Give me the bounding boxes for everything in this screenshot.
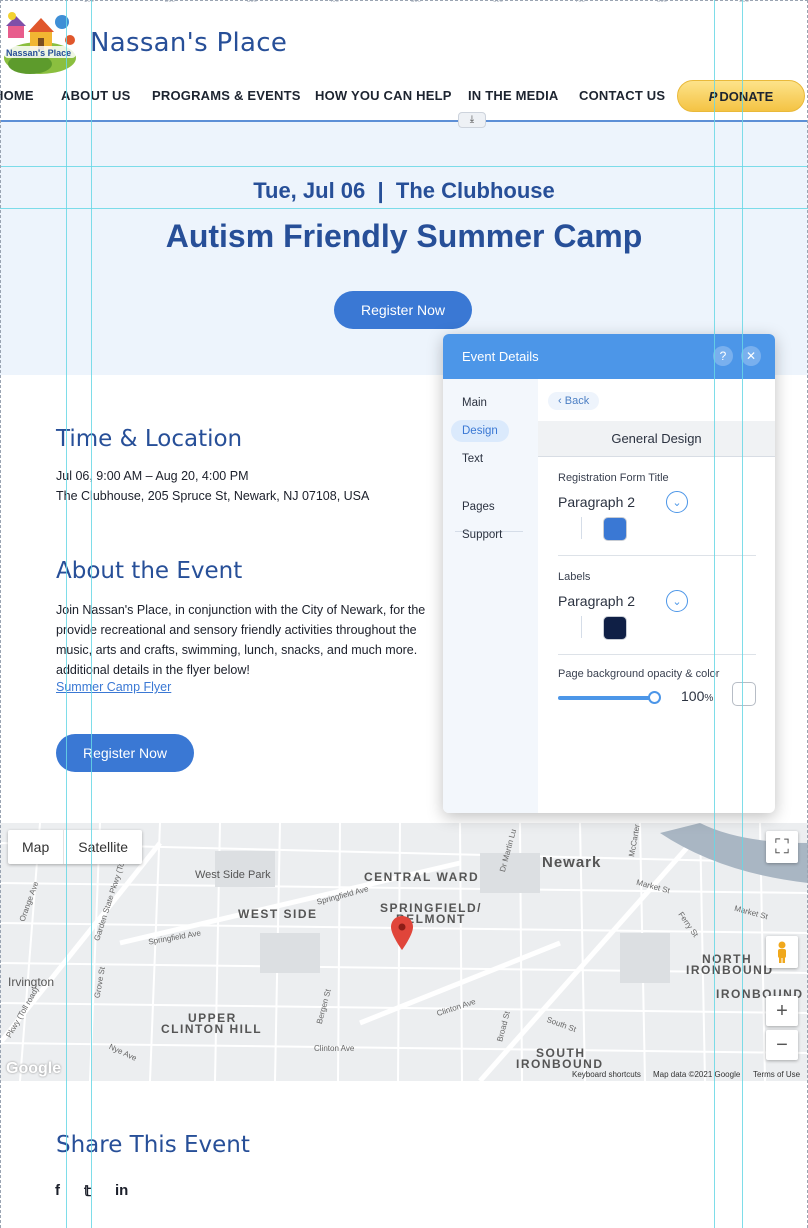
keyboard-shortcuts-link[interactable]: Keyboard shortcuts [572,1070,641,1079]
opacity-slider-track[interactable] [558,696,653,700]
donate-label: DONATE [719,88,774,104]
labels-color-swatch[interactable] [603,616,627,640]
share-heading: Share This Event [56,1132,250,1158]
panel-tab-support[interactable]: Support [462,529,502,541]
ruler-tick: 300 [247,0,258,4]
twitter-icon[interactable]: 𝕥 [84,1182,91,1200]
back-label: Back [564,395,590,407]
map-label-north-ironbound: IRONBOUND [686,963,774,977]
nav-item-home[interactable]: HOME [0,88,34,103]
map-label-clinton-hill: CLINTON HILL [161,1022,263,1036]
map-tab-satellite[interactable]: Satellite [63,830,142,864]
chevron-down-icon[interactable]: ⌄ [666,590,688,612]
guide-line [0,166,808,167]
labels-label: Labels [558,571,591,583]
ruler-tick: 600 [493,0,504,4]
donate-button[interactable]: P DONATE [677,80,805,112]
field-separator [581,517,582,539]
time-location-heading: Time & Location [56,426,243,452]
guide-line [0,208,808,209]
map-label-south-ironbound: IRONBOUND [516,1057,604,1071]
about-heading: About the Event [56,558,243,584]
panel-tab-pages[interactable]: Pages [462,501,495,513]
about-body: Join Nassan's Place, in conjunction with… [56,603,426,677]
panel-tab-design[interactable]: Design [451,420,509,442]
reg-title-font-select[interactable]: Paragraph 2 [558,494,635,510]
map-label-newark: Newark [542,854,602,871]
section-title: General Design [538,421,775,457]
opacity-slider-handle[interactable] [648,691,661,704]
help-icon[interactable]: ? [713,346,733,366]
fullscreen-icon[interactable]: ⛶ [766,831,798,863]
opacity-unit: % [704,693,714,704]
ruler-tick: 200 [165,0,176,4]
nav-item-about-us[interactable]: ABOUT US [61,88,131,103]
field-separator [581,616,582,638]
nav-item-in-the-media[interactable]: IN THE MEDIA [468,88,559,103]
event-date-location: Tue, Jul 06 | The Clubhouse [253,178,555,203]
opacity-number: 100 [681,688,705,704]
reg-title-color-swatch[interactable] [603,517,627,541]
reg-title-label: Registration Form Title [558,472,669,484]
guide-line [742,0,743,1228]
nav-item-contact-us[interactable]: CONTACT US [579,88,665,103]
opacity-value: 100% [681,688,713,704]
panel-title: Event Details [462,349,539,364]
opacity-label: Page background opacity & color [558,668,720,680]
nav-item-programs-events[interactable]: PROGRAMS & EVENTS [152,88,301,103]
guide-line [66,0,67,1228]
logo-graphic [4,12,76,74]
map-tab-map[interactable]: Map [8,830,63,864]
panel-tab-main[interactable]: Main [462,397,487,409]
zoom-out-icon[interactable]: − [766,1030,798,1060]
chevron-down-icon[interactable]: ⌄ [666,491,688,513]
register-button[interactable]: Register Now [56,734,194,772]
site-name[interactable]: Nassan's Place [90,28,287,58]
panel-sidebar: Main Design Text Pages Support [443,379,538,813]
chevron-left-icon: ‹ [558,395,565,407]
event-details-panel: Event Details ? ✕ Main Design Text Pages… [443,334,775,813]
location-pin-icon[interactable] [391,916,413,955]
close-icon[interactable]: ✕ [741,346,761,366]
ruler-tick: 900 [739,0,750,4]
ruler-tick: 100 [84,0,95,4]
guide-line [91,0,92,1228]
back-button[interactable]: ‹ Back [548,392,600,410]
map-label-west-side: WEST SIDE [238,907,318,921]
hero-register-button[interactable]: Register Now [334,291,472,329]
top-ruler: 100 200 300 400 500 600 700 800 900 [0,0,808,4]
map-data-credit: Map data ©2021 Google [653,1070,741,1079]
ruler-tick: 400 [329,0,340,4]
map-label-central-ward: CENTRAL WARD [364,870,480,884]
background-color-picker[interactable] [732,682,756,706]
facebook-icon[interactable]: f [55,1182,60,1200]
summer-camp-flyer-link[interactable]: Summer Camp Flyer [56,680,171,694]
linkedin-icon[interactable]: in [115,1182,128,1200]
site-logo[interactable]: Nassan's Place [0,6,80,76]
ruler-tick: 500 [411,0,422,4]
terms-of-use-link[interactable]: Terms of Use [753,1070,800,1079]
logo-text: Nassan's Place [6,48,72,58]
zoom-in-icon[interactable]: + [766,996,798,1026]
canvas-frame-left [0,0,2,1228]
guide-line [714,0,715,1228]
map-label-clinton-ave-2: Clinton Ave [314,1044,355,1053]
event-title: Autism Friendly Summer Camp [165,218,643,254]
map-type-tabs: Map Satellite [8,830,143,864]
google-logo: Google [6,1060,62,1077]
panel-divider [558,654,756,655]
event-dates: Jul 06, 9:00 AM – Aug 20, 4:00 PM [56,469,249,483]
event-address: The Clubhouse, 205 Spruce St, Newark, NJ… [56,489,370,503]
street-view-icon[interactable] [766,936,798,968]
ruler-tick: 800 [657,0,668,4]
ruler-tick: 700 [575,0,586,4]
download-handle-icon[interactable]: ⤓ [458,112,486,128]
nav-item-how-you-can-help[interactable]: HOW YOU CAN HELP [315,88,452,103]
panel-tab-text[interactable]: Text [462,453,483,465]
panel-divider [558,555,756,556]
map-label-west-side-park: West Side Park [195,869,271,881]
labels-font-select[interactable]: Paragraph 2 [558,593,635,609]
